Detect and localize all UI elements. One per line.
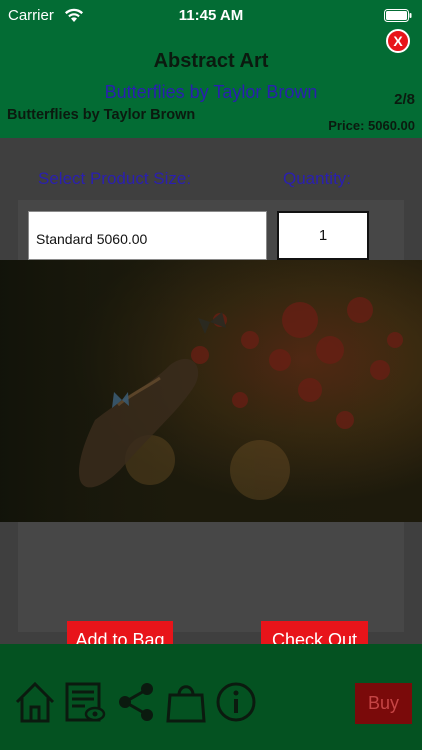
battery-icon bbox=[384, 9, 412, 22]
buy-button[interactable]: Buy bbox=[355, 683, 412, 724]
status-bar: Carrier 11:45 AM bbox=[0, 0, 422, 30]
catalog-icon[interactable] bbox=[63, 680, 107, 724]
quantity-field[interactable]: 1 bbox=[277, 211, 369, 260]
info-icon[interactable] bbox=[214, 680, 258, 724]
quantity-label: Quantity: bbox=[283, 169, 352, 188]
share-icon[interactable] bbox=[114, 680, 158, 724]
product-title: Butterflies by Taylor Brown bbox=[104, 82, 318, 102]
size-label: Select Product Size: bbox=[38, 169, 192, 188]
home-icon[interactable] bbox=[13, 680, 57, 724]
product-header: Abstract Art Butterflies by Taylor Brown… bbox=[0, 30, 422, 138]
category-title: Abstract Art bbox=[153, 50, 269, 72]
clock-time: 11:45 AM bbox=[178, 7, 244, 24]
artist-line: Butterflies by Taylor Brown bbox=[7, 107, 196, 123]
price-label: Price: 5060.00 bbox=[328, 118, 415, 133]
artwork-image bbox=[0, 260, 422, 522]
item-counter: 2/8 bbox=[394, 91, 415, 108]
shopping-bag-icon[interactable] bbox=[164, 680, 208, 724]
size-select[interactable]: Standard 5060.00 bbox=[28, 211, 267, 260]
close-button[interactable]: X bbox=[386, 29, 410, 53]
